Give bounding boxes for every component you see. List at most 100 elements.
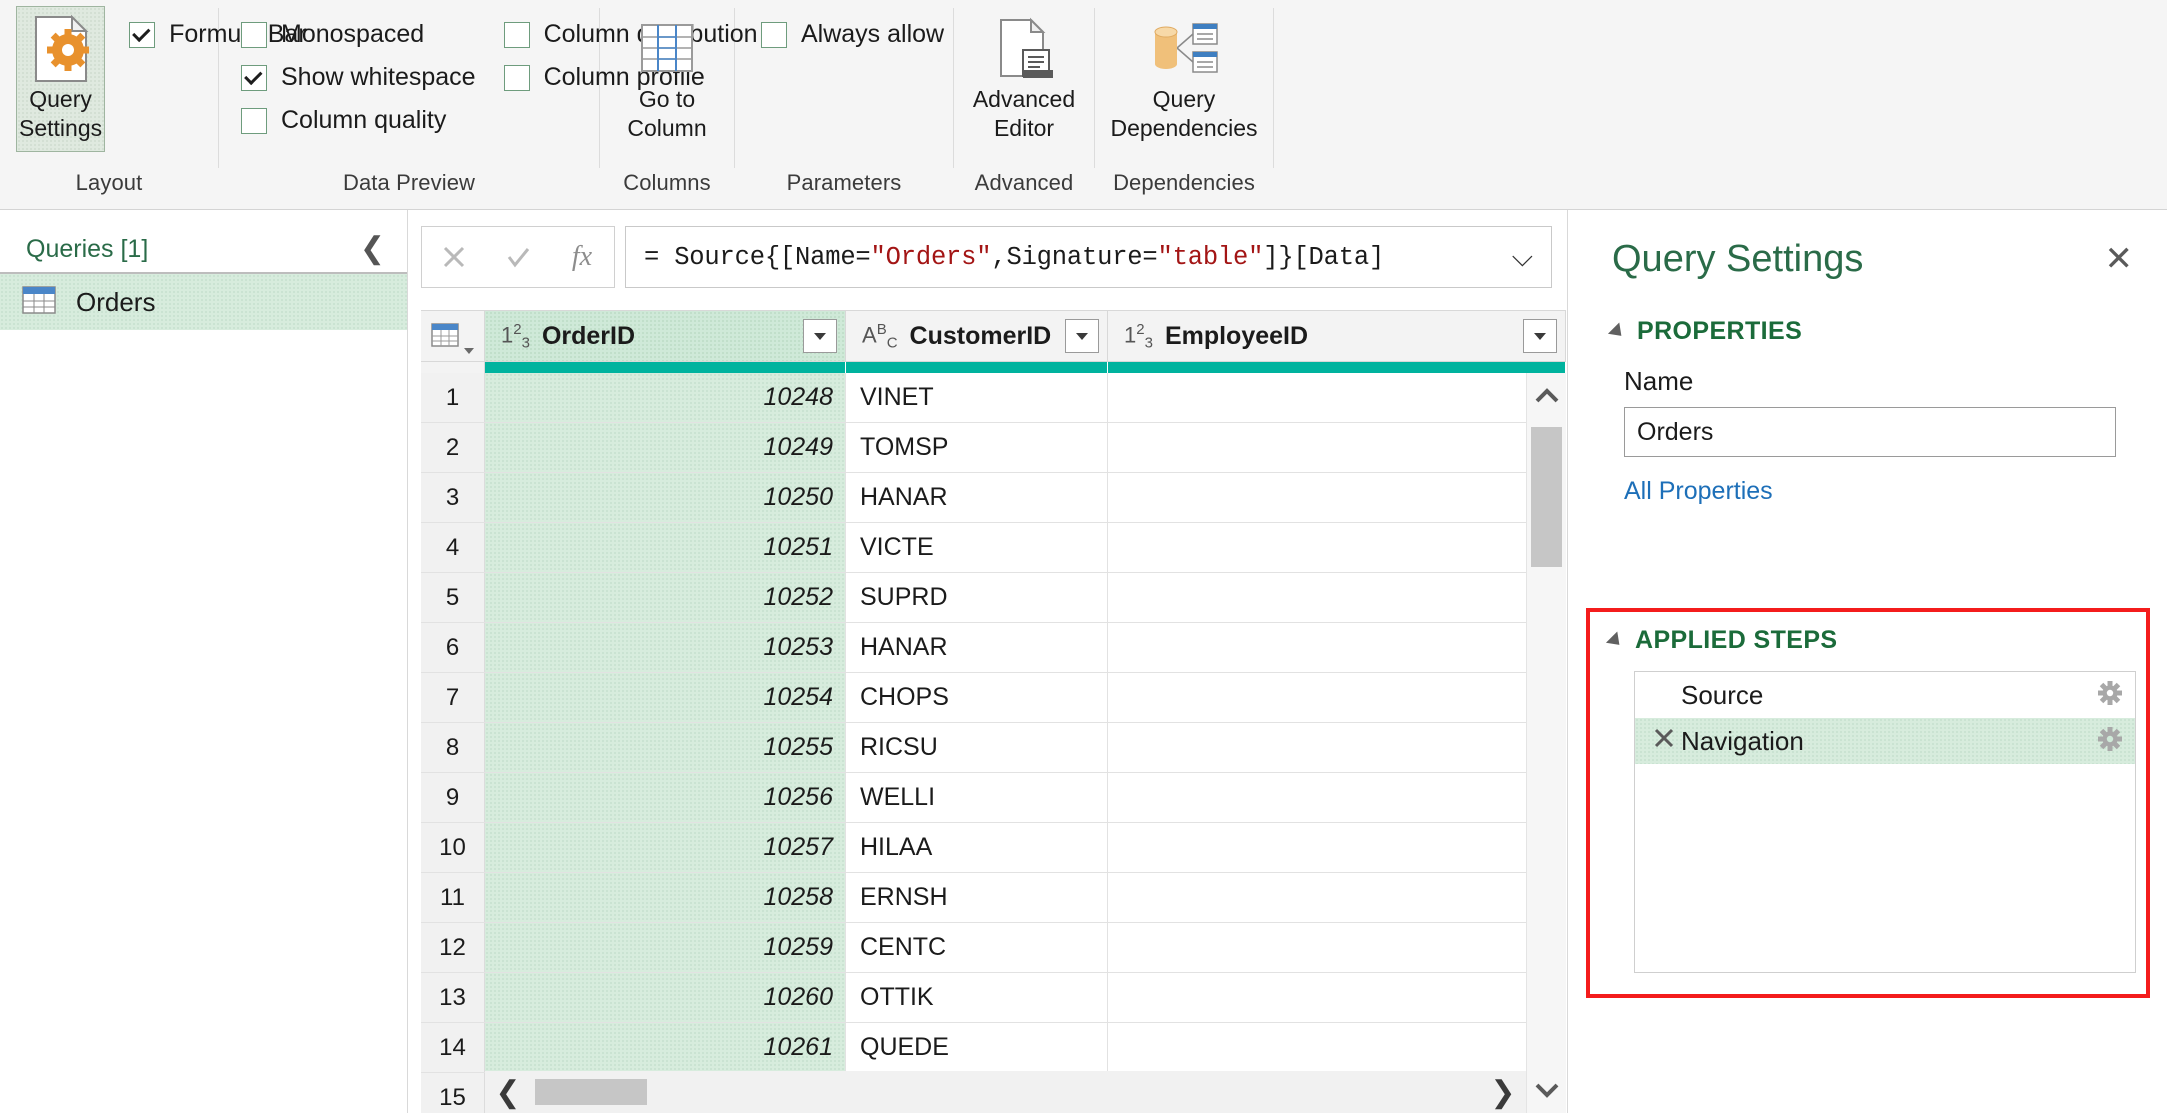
select-all-table-icon[interactable] (421, 311, 485, 361)
table-cell-orderid[interactable]: 10256 (485, 773, 846, 822)
table-cell-customerid[interactable]: QUEDE (846, 1023, 1108, 1072)
table-cell-customerid[interactable]: WELLI (846, 773, 1108, 822)
horizontal-scrollbar-thumb[interactable] (535, 1079, 647, 1105)
applied-step-navigation[interactable]: Navigation (1635, 718, 2135, 764)
table-cell-orderid[interactable]: 10249 (485, 423, 846, 472)
column-header-orderid[interactable]: 123 OrderID (485, 311, 846, 361)
filter-dropdown-icon[interactable] (1065, 319, 1099, 353)
triangle-collapse-icon[interactable] (1607, 321, 1628, 342)
table-row[interactable]: 11 10258 ERNSH (421, 873, 1566, 923)
table-cell-employeeid[interactable] (1108, 423, 1566, 472)
table-cell-orderid[interactable]: 10255 (485, 723, 846, 772)
chevron-right-icon[interactable]: ❯ (1480, 1075, 1526, 1110)
table-cell-employeeid[interactable] (1108, 973, 1566, 1022)
table-row[interactable]: 13 10260 OTTIK (421, 973, 1566, 1023)
chevron-down-icon[interactable] (1527, 1067, 1566, 1113)
table-cell-orderid[interactable]: 10254 (485, 673, 846, 722)
table-cell-orderid[interactable]: 10250 (485, 473, 846, 522)
chevron-down-icon[interactable]: ⌵ (1508, 241, 1537, 274)
table-cell-customerid[interactable]: SUPRD (846, 573, 1108, 622)
table-cell-customerid[interactable]: CHOPS (846, 673, 1108, 722)
gear-icon[interactable] (2097, 680, 2123, 711)
table-row[interactable]: 5 10252 SUPRD (421, 573, 1566, 623)
query-name-input[interactable]: Orders (1624, 407, 2116, 457)
table-row[interactable]: 12 10259 CENTC (421, 923, 1566, 973)
table-cell-employeeid[interactable] (1108, 723, 1566, 772)
table-cell-customerid[interactable]: RICSU (846, 723, 1108, 772)
filter-dropdown-icon[interactable] (1523, 319, 1557, 353)
table-cell-orderid[interactable]: 10258 (485, 873, 846, 922)
table-cell-orderid[interactable]: 10261 (485, 1023, 846, 1072)
table-cell-employeeid[interactable] (1108, 1023, 1566, 1072)
properties-section-header[interactable]: PROPERTIES (1590, 317, 2145, 346)
column-header-customerid[interactable]: ABC CustomerID (846, 311, 1108, 361)
table-cell-orderid[interactable]: 10259 (485, 923, 846, 972)
table-cell-customerid[interactable]: CENTC (846, 923, 1108, 972)
fx-icon[interactable]: fx (550, 227, 614, 287)
table-cell-customerid[interactable]: HILAA (846, 823, 1108, 872)
table-row[interactable]: 10 10257 HILAA (421, 823, 1566, 873)
close-x-icon[interactable]: ✕ (2101, 238, 2138, 280)
checkbox-monospaced-box[interactable] (241, 21, 267, 48)
table-cell-customerid[interactable]: VICTE (846, 523, 1108, 572)
cancel-x-icon[interactable] (422, 227, 486, 287)
checkbox-always-allow-box[interactable] (761, 21, 787, 48)
table-row[interactable]: 8 10255 RICSU (421, 723, 1566, 773)
table-cell-orderid[interactable]: 10252 (485, 573, 846, 622)
vertical-scrollbar-thumb[interactable] (1531, 427, 1562, 567)
table-cell-customerid[interactable]: HANAR (846, 473, 1108, 522)
advanced-editor-button[interactable]: Advanced Editor (958, 6, 1090, 152)
table-cell-employeeid[interactable] (1108, 523, 1566, 572)
checkbox-column-quality[interactable]: Column quality (241, 106, 476, 135)
check-icon[interactable] (486, 227, 550, 287)
query-dependencies-button[interactable]: Query Dependencies (1098, 6, 1270, 152)
table-cell-orderid[interactable]: 10248 (485, 373, 846, 422)
checkbox-monospaced[interactable]: Monospaced (241, 20, 476, 49)
applied-steps-section-header[interactable]: APPLIED STEPS (1602, 626, 2136, 655)
table-row[interactable]: 6 10253 HANAR (421, 623, 1566, 673)
table-cell-employeeid[interactable] (1108, 823, 1566, 872)
table-cell-orderid[interactable]: 10257 (485, 823, 846, 872)
filter-dropdown-icon[interactable] (803, 319, 837, 353)
table-cell-customerid[interactable]: VINET (846, 373, 1108, 422)
table-cell-employeeid[interactable] (1108, 873, 1566, 922)
triangle-collapse-icon[interactable] (1605, 630, 1626, 651)
query-list-item-orders[interactable]: Orders (0, 272, 407, 330)
table-cell-employeeid[interactable] (1108, 573, 1566, 622)
checkbox-column-distribution-box[interactable] (503, 21, 530, 48)
table-cell-employeeid[interactable] (1108, 773, 1566, 822)
checkbox-formula-bar-box[interactable] (129, 21, 156, 48)
checkbox-show-whitespace[interactable]: Show whitespace (241, 63, 476, 92)
table-cell-customerid[interactable]: TOMSP (846, 423, 1108, 472)
table-cell-customerid[interactable]: HANAR (846, 623, 1108, 672)
table-row[interactable]: 9 10256 WELLI (421, 773, 1566, 823)
table-cell-employeeid[interactable] (1108, 473, 1566, 522)
table-cell-employeeid[interactable] (1108, 623, 1566, 672)
table-cell-orderid[interactable]: 10260 (485, 973, 846, 1022)
checkbox-column-profile-box[interactable] (503, 64, 530, 91)
table-cell-customerid[interactable]: OTTIK (846, 973, 1108, 1022)
column-header-employeeid[interactable]: 123 EmployeeID (1108, 311, 1566, 361)
horizontal-scrollbar[interactable]: ❮ ❯ (485, 1071, 1526, 1113)
query-settings-button[interactable]: Query Settings (16, 6, 106, 152)
table-cell-customerid[interactable]: ERNSH (846, 873, 1108, 922)
table-row[interactable]: 7 10254 CHOPS (421, 673, 1566, 723)
table-row[interactable]: 2 10249 TOMSP (421, 423, 1566, 473)
chevron-left-icon[interactable]: ❮ (485, 1075, 531, 1110)
delete-x-icon[interactable] (1653, 727, 1681, 756)
vertical-scrollbar[interactable] (1526, 373, 1566, 1113)
gear-icon[interactable] (2097, 726, 2123, 757)
table-row[interactable]: 4 10251 VICTE (421, 523, 1566, 573)
table-row[interactable]: 3 10250 HANAR (421, 473, 1566, 523)
table-row[interactable]: 14 10261 QUEDE (421, 1023, 1566, 1073)
table-cell-orderid[interactable]: 10251 (485, 523, 846, 572)
table-cell-orderid[interactable]: 10253 (485, 623, 846, 672)
table-cell-employeeid[interactable] (1108, 673, 1566, 722)
checkbox-always-allow[interactable]: Always allow (761, 20, 944, 49)
table-row[interactable]: 1 10248 VINET (421, 373, 1566, 423)
chevron-left-icon[interactable]: ❮ (360, 234, 385, 264)
checkbox-column-quality-box[interactable] (241, 107, 267, 134)
go-to-column-button[interactable]: Go to Column (608, 6, 726, 152)
formula-input[interactable]: = Source{[Name="Orders",Signature="table… (625, 226, 1552, 288)
table-cell-employeeid[interactable] (1108, 373, 1566, 422)
